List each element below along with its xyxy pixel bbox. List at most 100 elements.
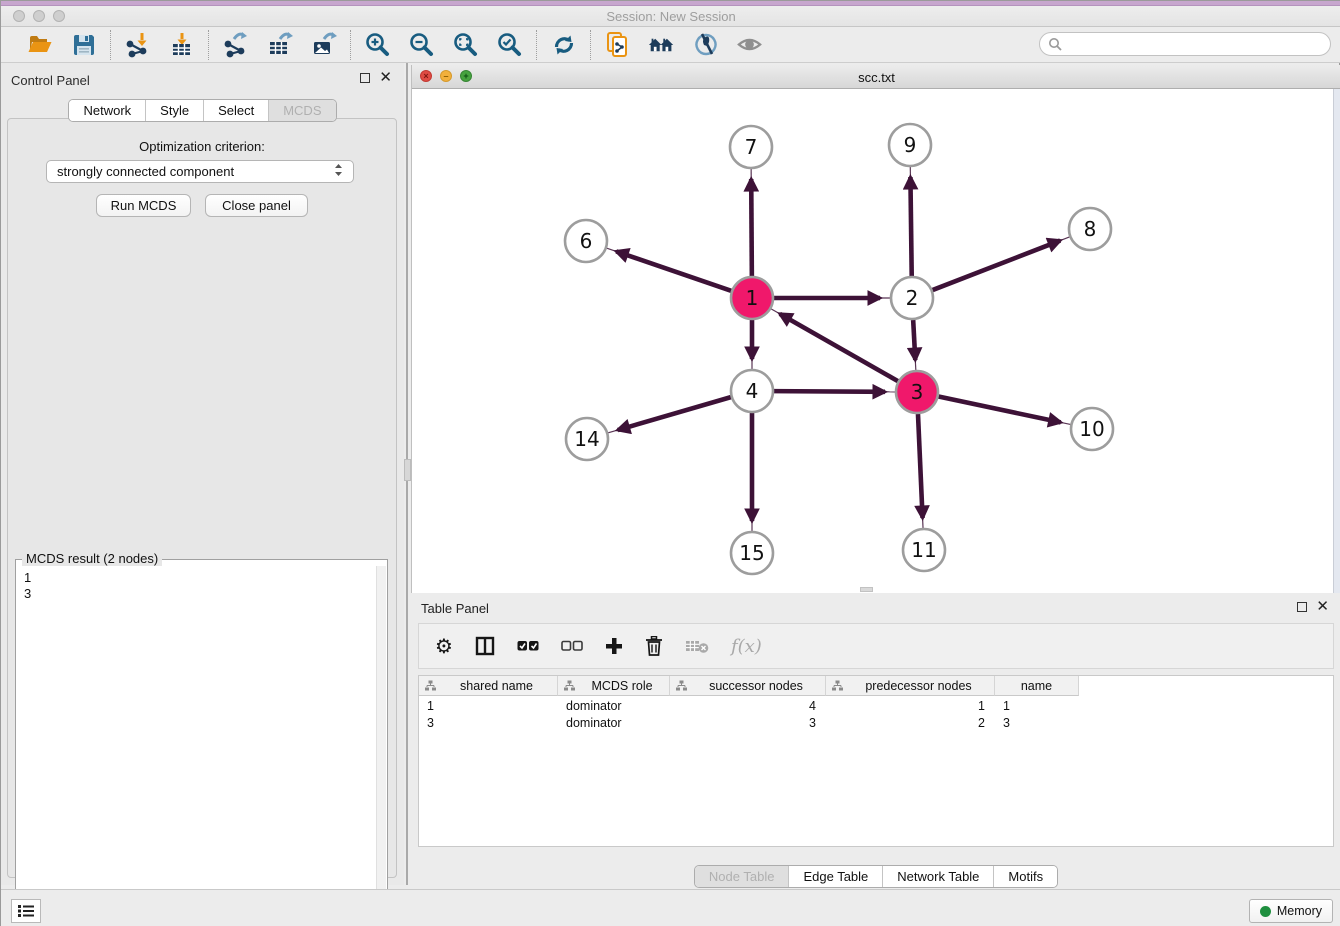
- network-canvas[interactable]: 7 9 6 8 1 2 4 3 14 10 15 11: [412, 89, 1334, 593]
- table-header-row: shared nameMCDS rolesuccessor nodesprede…: [419, 676, 1079, 696]
- table-row[interactable]: 3dominator323: [419, 714, 1079, 731]
- graph-node-8[interactable]: 8: [1069, 208, 1111, 250]
- table-cell[interactable]: 1: [826, 697, 995, 714]
- graph-node-9[interactable]: 9: [889, 124, 931, 166]
- network-window-titlebar[interactable]: × – + scc.txt: [412, 65, 1340, 89]
- graph-node-2[interactable]: 2: [891, 277, 933, 319]
- home-layout-icon[interactable]: [648, 31, 675, 58]
- mcds-result-scrollbar[interactable]: [376, 566, 386, 926]
- toggle-visual-style-icon[interactable]: [692, 31, 719, 58]
- close-panel-button[interactable]: Close panel: [205, 194, 308, 217]
- delete-column-trash-icon[interactable]: [645, 634, 663, 658]
- table-tab-motifs[interactable]: Motifs: [993, 866, 1057, 887]
- table-cell[interactable]: 2: [826, 714, 995, 731]
- add-column-icon[interactable]: [605, 634, 623, 658]
- table-tab-edge-table[interactable]: Edge Table: [788, 866, 882, 887]
- zoom-out-icon[interactable]: [408, 31, 435, 58]
- refresh-view-icon[interactable]: [550, 31, 577, 58]
- application-window: Session: New Session: [0, 0, 1340, 926]
- graph-edge[interactable]: [933, 241, 1061, 290]
- column-header-predecessor-nodes[interactable]: predecessor nodes: [826, 676, 995, 696]
- graph-edge[interactable]: [751, 179, 752, 276]
- close-panel-icon[interactable]: ✕: [379, 72, 392, 84]
- column-header-successor-nodes[interactable]: successor nodes: [670, 676, 826, 696]
- search-input[interactable]: [1039, 32, 1331, 56]
- network-resize-grip[interactable]: [860, 587, 873, 592]
- column-header-name[interactable]: name: [995, 676, 1079, 696]
- select-all-rows-icon[interactable]: [517, 634, 539, 658]
- panel-splitter[interactable]: [404, 63, 411, 885]
- tab-mcds[interactable]: MCDS: [268, 100, 335, 121]
- deselect-all-rows-icon[interactable]: [561, 634, 583, 658]
- column-header-shared-name[interactable]: shared name: [419, 676, 558, 696]
- zoom-fit-icon[interactable]: [452, 31, 479, 58]
- table-cell[interactable]: 4: [670, 697, 826, 714]
- network-view-window: × – + scc.txt 7 9 6 8 1 2 4 3 14 10 15 11: [411, 65, 1340, 593]
- table-cell[interactable]: 3: [670, 714, 826, 731]
- graph-edge[interactable]: [774, 391, 885, 392]
- graph-node-10[interactable]: 10: [1071, 408, 1113, 450]
- table-cell[interactable]: 3: [419, 714, 558, 731]
- function-builder-icon: f(x): [731, 634, 762, 658]
- graph-edge[interactable]: [618, 397, 731, 430]
- import-table-icon[interactable]: [168, 31, 195, 58]
- table-row[interactable]: 1dominator411: [419, 697, 1079, 714]
- graph-node-11[interactable]: 11: [903, 529, 945, 571]
- table-cell[interactable]: 1: [419, 697, 558, 714]
- memory-button[interactable]: Memory: [1249, 899, 1333, 923]
- export-network-icon[interactable]: [222, 31, 249, 58]
- tab-network[interactable]: Network: [69, 100, 145, 121]
- graph-node-1[interactable]: 1: [731, 277, 773, 319]
- column-header-MCDS-role[interactable]: MCDS role: [558, 676, 670, 696]
- toggle-column-view-icon[interactable]: [475, 634, 495, 658]
- open-session-icon[interactable]: [26, 31, 53, 58]
- table-tab-node-table[interactable]: Node Table: [695, 866, 789, 887]
- zoom-in-icon[interactable]: [364, 31, 391, 58]
- show-hide-panel-eye-icon: [736, 31, 763, 58]
- title-bar: Session: New Session: [1, 1, 1340, 27]
- graph-edge[interactable]: [910, 177, 911, 276]
- mcds-result-list[interactable]: 13: [17, 566, 376, 926]
- graph-edge[interactable]: [913, 320, 915, 360]
- table-tabs: Node TableEdge TableNetwork TableMotifs: [411, 865, 1340, 888]
- splitter-grip[interactable]: [404, 459, 411, 481]
- graph-edge[interactable]: [939, 397, 1061, 423]
- clone-network-icon[interactable]: [604, 31, 631, 58]
- table-tab-network-table[interactable]: Network Table: [882, 866, 993, 887]
- graph-node-14[interactable]: 14: [566, 418, 608, 460]
- table-cell[interactable]: 3: [995, 714, 1079, 731]
- graph-edge[interactable]: [616, 251, 731, 290]
- close-table-panel-icon[interactable]: ✕: [1316, 601, 1329, 613]
- graph-edge[interactable]: [780, 314, 898, 381]
- tab-style[interactable]: Style: [145, 100, 203, 121]
- delete-table-icon: [685, 634, 709, 658]
- network-scrollbar[interactable]: [1333, 89, 1340, 593]
- memory-label: Memory: [1277, 904, 1322, 918]
- criterion-dropdown[interactable]: strongly connected component: [46, 160, 354, 183]
- graph-node-6[interactable]: 6: [565, 220, 607, 262]
- graph-edge[interactable]: [918, 414, 923, 518]
- tab-select[interactable]: Select: [203, 100, 268, 121]
- graph-node-15[interactable]: 15: [731, 532, 773, 574]
- table-settings-gear-icon[interactable]: ⚙: [435, 634, 453, 658]
- export-table-icon[interactable]: [266, 31, 293, 58]
- node-table[interactable]: shared nameMCDS rolesuccessor nodesprede…: [418, 675, 1334, 847]
- control-panel-title: Control Panel: [11, 73, 90, 88]
- float-panel-icon[interactable]: [360, 73, 370, 83]
- svg-text:3: 3: [911, 380, 924, 404]
- task-history-button[interactable]: [11, 899, 41, 923]
- svg-text:10: 10: [1079, 417, 1104, 441]
- graph-node-7[interactable]: 7: [730, 126, 772, 168]
- graph-node-4[interactable]: 4: [731, 370, 773, 412]
- float-table-panel-icon[interactable]: [1297, 602, 1307, 612]
- zoom-selected-icon[interactable]: [496, 31, 523, 58]
- import-network-icon[interactable]: [124, 31, 151, 58]
- table-cell[interactable]: dominator: [558, 697, 670, 714]
- export-image-icon[interactable]: [310, 31, 337, 58]
- table-cell[interactable]: dominator: [558, 714, 670, 731]
- session-title: Session: New Session: [1, 9, 1340, 24]
- table-cell[interactable]: 1: [995, 697, 1079, 714]
- save-session-icon[interactable]: [70, 31, 97, 58]
- run-mcds-button[interactable]: Run MCDS: [96, 194, 191, 217]
- graph-node-3[interactable]: 3: [896, 371, 938, 413]
